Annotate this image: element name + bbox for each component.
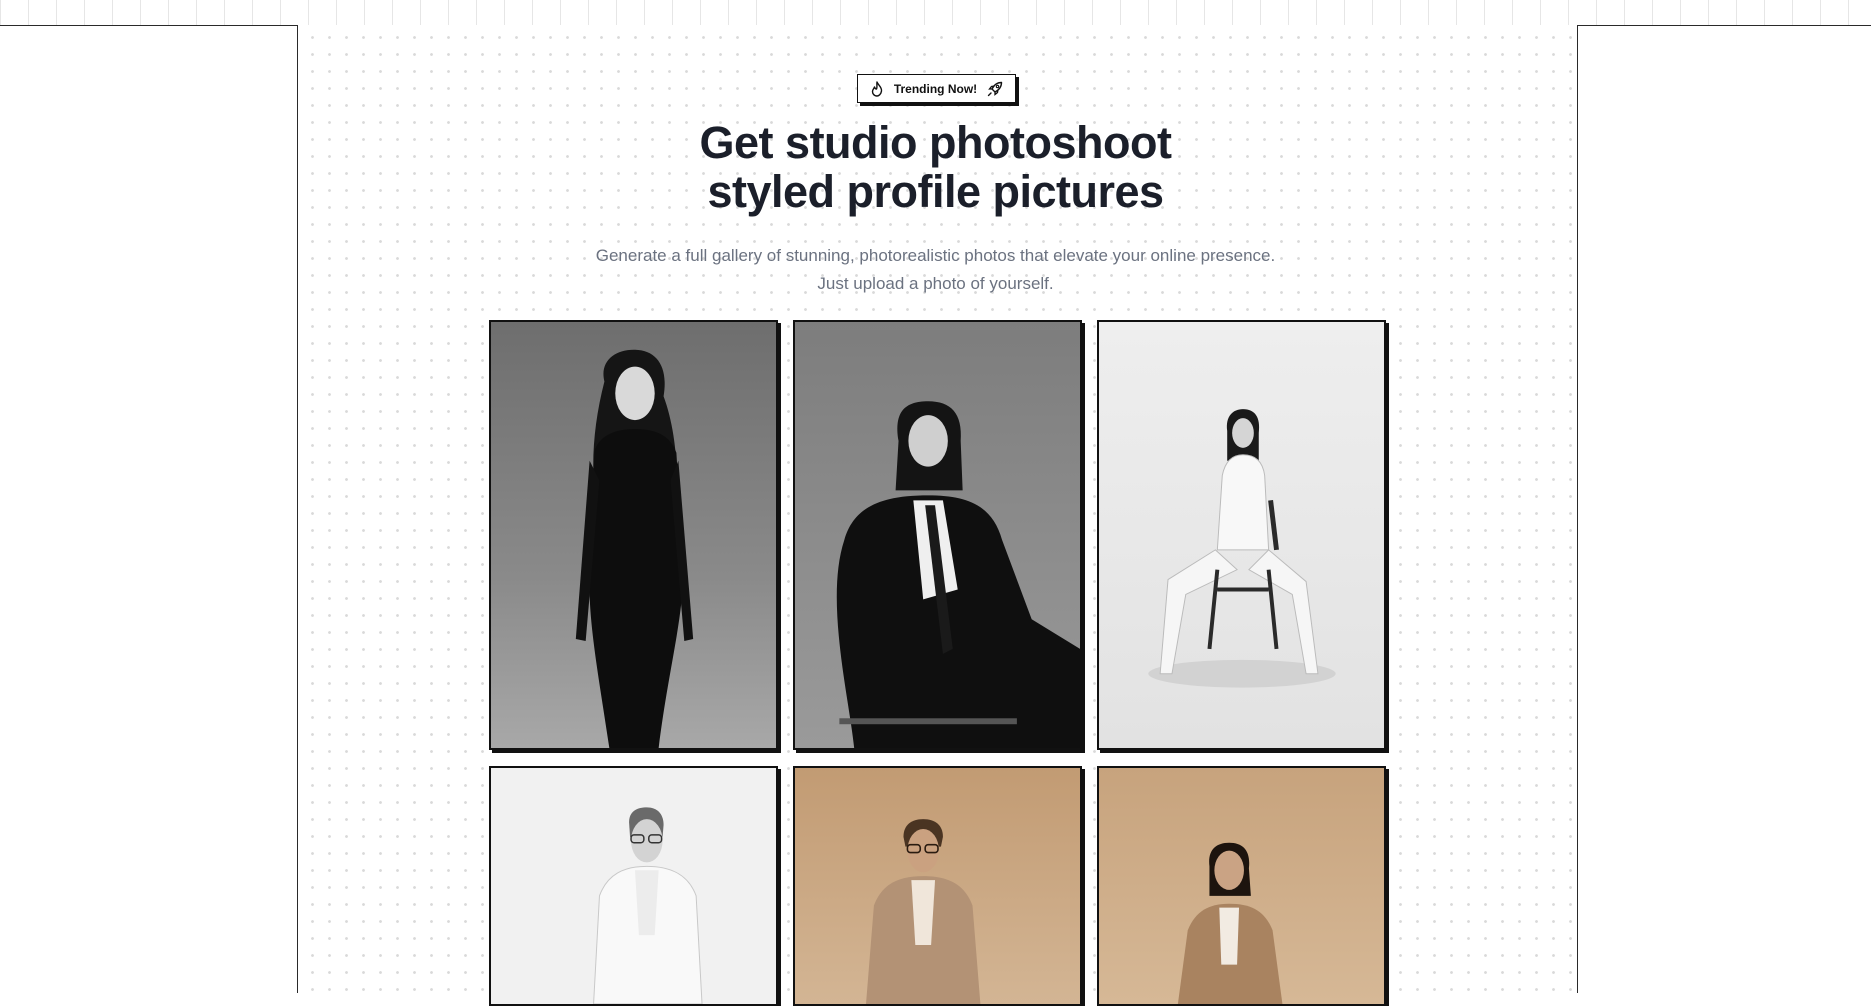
gallery-photo-2[interactable] bbox=[793, 320, 1082, 750]
page-title-line-2: styled profile pictures bbox=[707, 166, 1164, 217]
page-title: Get studio photoshoot styled profile pic… bbox=[0, 118, 1871, 216]
top-ruler-strip bbox=[0, 0, 1871, 26]
page-subtitle-line-1: Generate a full gallery of stunning, pho… bbox=[595, 246, 1276, 265]
rocket-icon bbox=[987, 81, 1003, 97]
gallery-photo-1[interactable] bbox=[489, 320, 778, 750]
gallery-photo-5[interactable] bbox=[793, 766, 1082, 1006]
gallery-photo-3[interactable] bbox=[1097, 320, 1386, 750]
page-title-line-1: Get studio photoshoot bbox=[699, 117, 1172, 168]
gallery-photo-4[interactable] bbox=[489, 766, 778, 1006]
page-subtitle-line-2: Just upload a photo of yourself. bbox=[817, 274, 1054, 293]
trending-badge-label: Trending Now! bbox=[893, 81, 978, 96]
page-subtitle: Generate a full gallery of stunning, pho… bbox=[0, 242, 1871, 298]
flame-icon bbox=[870, 80, 884, 97]
gallery-photo-6[interactable] bbox=[1097, 766, 1386, 1006]
trending-badge[interactable]: Trending Now! bbox=[857, 74, 1016, 103]
